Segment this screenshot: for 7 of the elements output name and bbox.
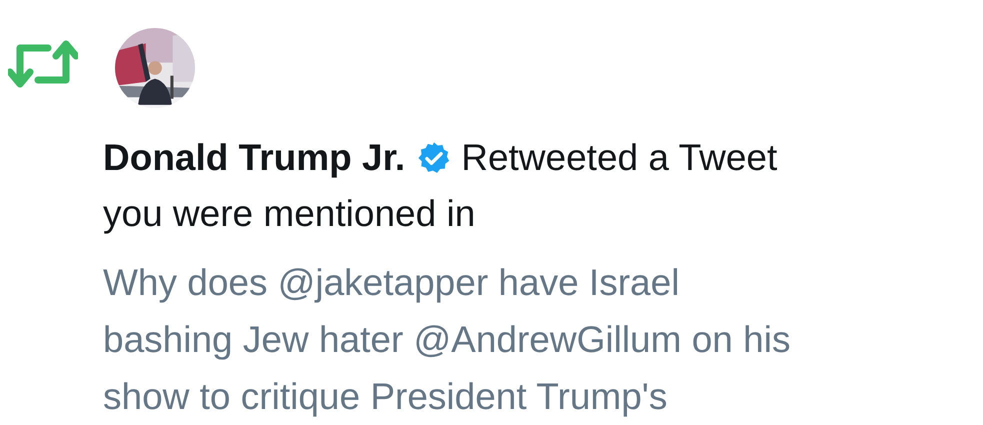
retweet-icon — [8, 38, 78, 90]
user-name[interactable]: Donald Trump Jr. — [103, 137, 406, 178]
tweet-text: show to critique President Trump's — [103, 375, 668, 419]
tweet-text: Why does @jaketapper have Israel — [103, 261, 680, 305]
action-text: you were mentioned in — [103, 193, 476, 234]
tweet-text: bashing Jew hater @AndrewGillum on his — [103, 318, 790, 362]
action-text: Retweeted a Tweet — [461, 137, 778, 178]
